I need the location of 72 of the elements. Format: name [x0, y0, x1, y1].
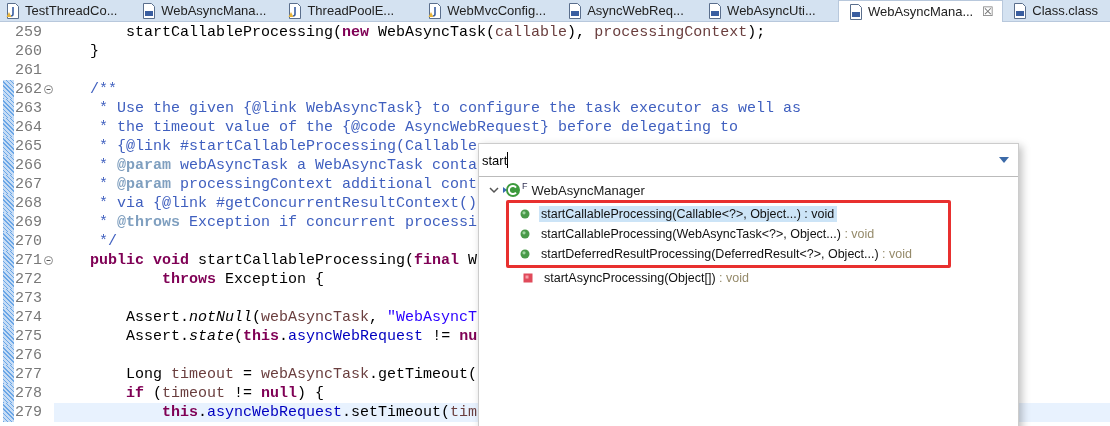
line-number: 267	[14, 175, 42, 194]
class-name[interactable]: WebAsyncManager	[531, 182, 645, 198]
code-line: }	[89, 42, 99, 61]
class-icon	[503, 182, 521, 198]
line-number: 269	[14, 213, 42, 232]
code-line: if (timeout != null) {	[125, 384, 325, 403]
method-item[interactable]: startDeferredResultProcessing(DeferredResult<?>, Object...) : void	[539, 246, 915, 262]
class-file-icon	[1013, 2, 1028, 19]
line-number: 259	[14, 23, 42, 42]
line-number: 266	[14, 156, 42, 175]
line-number: 272	[14, 270, 42, 289]
line-number: 279	[14, 403, 42, 422]
code-line: /**	[89, 80, 117, 99]
line-number: 271	[14, 251, 42, 270]
editor-tab[interactable]: TestThreadCo...	[0, 0, 133, 21]
line-number: 265	[14, 137, 42, 156]
line-number: 263	[14, 99, 42, 118]
editor-tab[interactable]: Class.class	[1003, 0, 1110, 21]
chevron-down-icon[interactable]	[489, 185, 499, 195]
class-file-icon	[708, 2, 723, 19]
line-number: 270	[14, 232, 42, 251]
line-number: 276	[14, 346, 42, 365]
code-line: * the timeout value of the {@code AsyncWebRequest} before delegating to	[98, 118, 739, 137]
code-line: Assert.state(this.asyncWebRequest != nu	[125, 327, 478, 346]
collapse-icon[interactable]	[43, 256, 53, 265]
line-number: 262	[14, 80, 42, 99]
public-method-icon	[520, 229, 530, 239]
line-number: 268	[14, 194, 42, 213]
dropdown-icon[interactable]	[998, 156, 1010, 164]
close-tab-button[interactable]: ☒	[982, 4, 995, 19]
final-modifier: F	[522, 181, 528, 191]
line-number: 278	[14, 384, 42, 403]
line-number: 264	[14, 118, 42, 137]
line-number: 277	[14, 365, 42, 384]
public-method-icon	[520, 209, 530, 219]
editor-tab[interactable]: ThreadPoolE...	[278, 0, 419, 21]
line-number: 261	[14, 61, 42, 80]
code-line: throws Exception {	[161, 270, 325, 289]
code-line: * via {@link #getConcurrentResultContext()	[98, 194, 478, 213]
editor-tab[interactable]: WebAsyncMana...	[132, 0, 279, 21]
code-line: Assert.notNull(webAsyncTask, "WebAsyncT	[125, 308, 478, 327]
line-number: 275	[14, 327, 42, 346]
class-file-icon	[849, 3, 863, 20]
code-line: public void startCallableProcessing(final W	[89, 251, 478, 270]
collapse-icon[interactable]	[43, 85, 53, 94]
editor-tab[interactable]: WebAsyncUti...	[698, 0, 838, 21]
code-line: */	[98, 232, 117, 251]
code-line: this.asyncWebRequest.setTimeout(tim	[161, 403, 478, 422]
java-file-icon	[428, 2, 443, 19]
line-number: 260	[14, 42, 42, 61]
code-line: * @param webAsyncTask a WebAsyncTask conta	[98, 156, 478, 175]
method-item[interactable]: startCallableProcessing(Callable<?>, Object...) : void	[539, 206, 838, 222]
line-number: 274	[14, 308, 42, 327]
code-line: * {@link #startCallableProcessing(Callable	[98, 137, 478, 156]
class-file-icon	[142, 2, 157, 19]
editor-tab[interactable]: WebAsyncMana... ☒	[838, 0, 1004, 22]
code-line: startCallableProcessing(new WebAsyncTask(callable), processingContext);	[125, 23, 766, 42]
method-item[interactable]: startAsyncProcessing(Object[]) : void	[542, 270, 752, 286]
java-file-icon	[6, 2, 20, 19]
editor-tab[interactable]: AsyncWebReq...	[558, 0, 699, 21]
class-file-icon	[568, 2, 583, 19]
code-line: * Use the given {@link WebAsyncTask} to configure the task executor as well as	[98, 99, 802, 118]
line-number: 273	[14, 289, 42, 308]
code-line: * @param processingContext additional cont	[98, 175, 478, 194]
public-method-icon	[520, 249, 530, 259]
private-method-icon	[523, 273, 533, 283]
java-file-icon	[288, 2, 303, 19]
method-item[interactable]: startCallableProcessing(WebAsyncTask<?>, Object...) : void	[539, 226, 878, 242]
filter-field[interactable]: start	[482, 152, 509, 168]
editor-tab[interactable]: WebMvcConfig...	[418, 0, 559, 21]
code-line: * @throws Exception if concurrent processi	[98, 213, 478, 232]
code-line: Long timeout = webAsyncTask.getTimeout(	[125, 365, 478, 384]
